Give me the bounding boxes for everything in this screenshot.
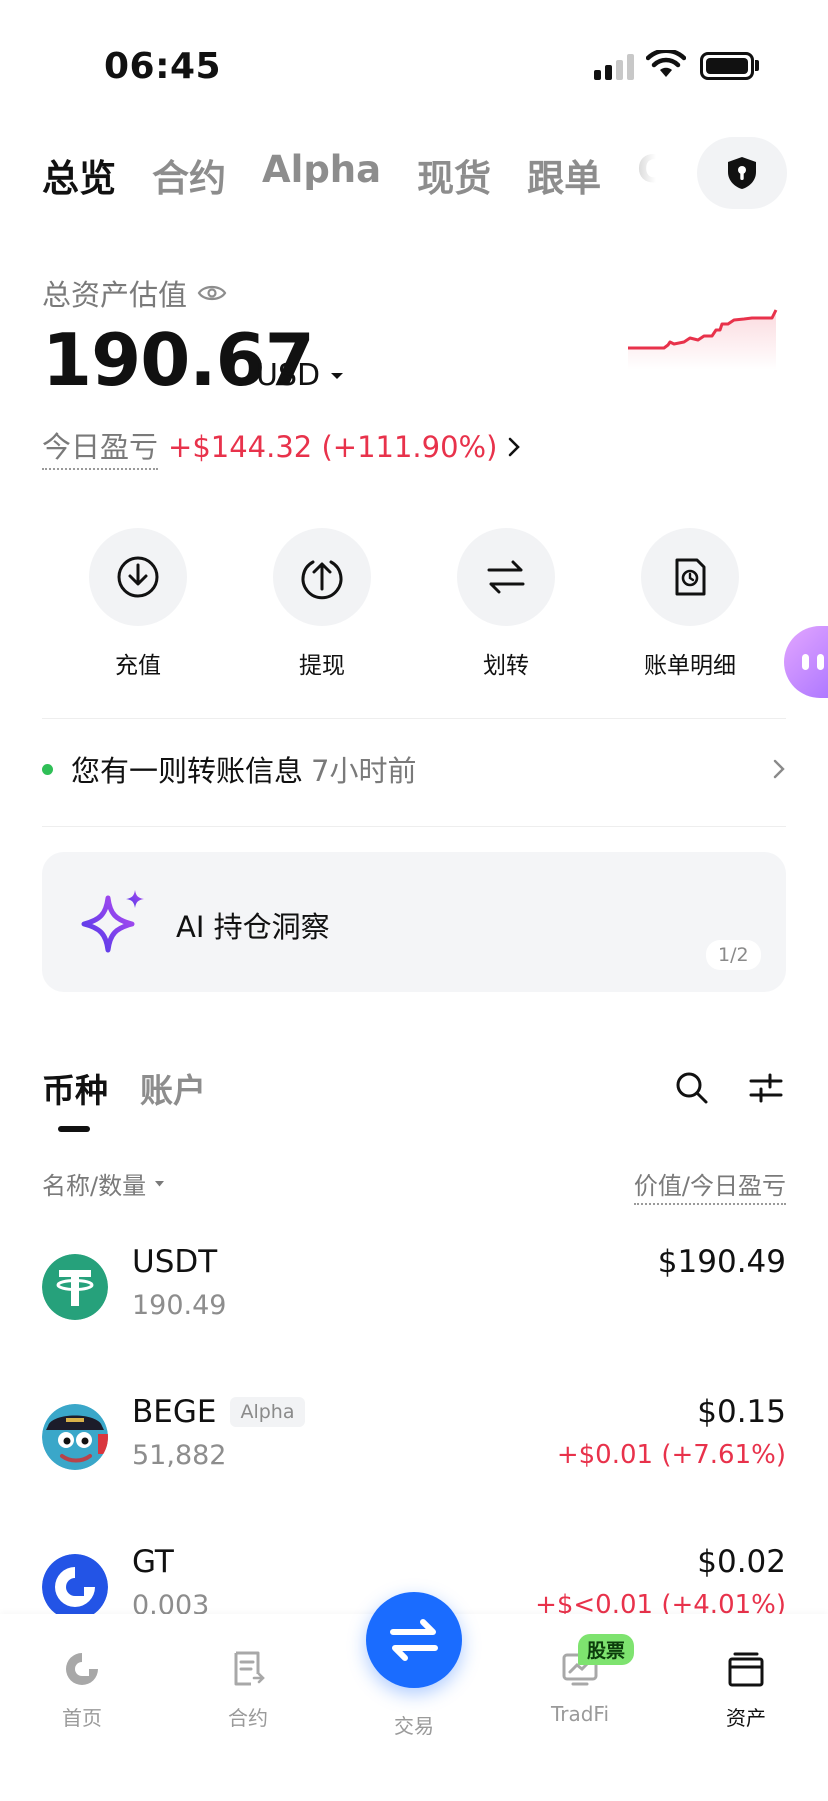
tab-futures[interactable]: 合约 <box>152 148 226 202</box>
eye-icon[interactable] <box>197 283 227 303</box>
deposit-button[interactable]: 充值 <box>58 528 218 680</box>
battery-icon <box>700 52 754 80</box>
nav-futures[interactable]: 合约 <box>188 1650 308 1731</box>
status-dot <box>42 763 53 775</box>
coin-value: $190.49 <box>657 1244 786 1280</box>
currency-selector[interactable]: USD <box>256 358 344 393</box>
deposit-icon <box>117 556 159 598</box>
bill-label: 账单明细 <box>644 653 736 679</box>
transfer-button[interactable]: 划转 <box>426 528 586 680</box>
floating-assistant-button[interactable] <box>784 626 828 698</box>
withdraw-icon <box>301 560 343 600</box>
usdt-logo <box>42 1254 108 1320</box>
nav-home[interactable]: 首页 <box>22 1650 142 1731</box>
security-button[interactable] <box>697 137 787 209</box>
tab-indicator <box>58 1126 90 1132</box>
top-tabs: 总览 合约 Alpha 现货 跟单 CF <box>42 148 662 202</box>
coin-amount: 190.49 <box>132 1290 227 1321</box>
chevron-right-icon <box>509 437 521 457</box>
tab-coins[interactable]: 币种 <box>42 1064 108 1112</box>
battery-tip <box>755 60 759 71</box>
transfer-label: 划转 <box>483 653 529 679</box>
tab-overview[interactable]: 总览 <box>42 148 116 202</box>
coin-amount: 51,882 <box>132 1440 227 1471</box>
list-item[interactable]: USDT 190.49 $190.49 <box>42 1244 786 1354</box>
bill-button[interactable]: 账单明细 <box>610 528 770 680</box>
sort-by-name[interactable]: 名称/数量 <box>42 1166 165 1201</box>
bege-logo <box>42 1404 108 1470</box>
tab-spot[interactable]: 现货 <box>417 148 491 202</box>
assets-icon <box>728 1652 764 1687</box>
alpha-tag: Alpha <box>230 1397 305 1427</box>
withdraw-label: 提现 <box>299 653 345 679</box>
search-icon[interactable] <box>674 1070 710 1106</box>
trade-icon <box>390 1619 438 1661</box>
ai-insight-card[interactable]: AI 持仓洞察 1/2 <box>42 852 786 992</box>
coin-symbol: GT <box>132 1544 174 1580</box>
futures-icon <box>234 1651 265 1686</box>
nav-trade-label: 交易 <box>394 1714 434 1738</box>
signal-icon <box>594 54 634 80</box>
notice-time: 7小时前 <box>311 754 417 788</box>
divider <box>42 718 786 719</box>
nav-trade-button[interactable] <box>366 1592 462 1688</box>
ai-card-pager: 1/2 <box>706 940 761 970</box>
tab-accounts[interactable]: 账户 <box>140 1064 206 1112</box>
pnl-value: +$144.32 (+111.90%) <box>168 430 498 464</box>
asset-sparkline[interactable] <box>624 300 784 370</box>
coin-value: $0.02 <box>697 1544 786 1580</box>
coin-pnl: +$0.01 (+7.61%) <box>556 1440 786 1470</box>
shield-icon <box>728 157 756 189</box>
coin-symbol: USDT <box>132 1244 218 1280</box>
caret-down-icon <box>155 1180 165 1186</box>
divider <box>42 826 786 827</box>
transfer-notice[interactable]: 您有一则转账信息 7小时前 <box>42 748 786 790</box>
tabs-fade <box>600 140 680 204</box>
daily-pnl-row[interactable]: 今日盈亏 +$144.32 (+111.90%) <box>42 424 521 470</box>
tab-alpha[interactable]: Alpha <box>262 148 381 202</box>
status-time: 06:45 <box>104 46 222 87</box>
filter-icon[interactable] <box>748 1070 784 1106</box>
col-left-label: 名称/数量 <box>42 1172 147 1200</box>
stock-badge: 股票 <box>578 1634 635 1665</box>
wifi-icon <box>646 50 686 77</box>
nav-home-label: 首页 <box>62 1706 102 1730</box>
list-item[interactable]: BEGE Alpha 51,882 $0.15 +$0.01 (+7.61%) <box>42 1394 786 1504</box>
caret-down-icon <box>331 372 344 379</box>
coin-symbol: BEGE Alpha <box>132 1394 305 1430</box>
bill-icon <box>675 558 706 596</box>
asset-label: 总资产估值 <box>42 272 227 314</box>
pnl-label: 今日盈亏 <box>42 424 159 470</box>
transfer-icon <box>487 560 525 594</box>
sparkle-icon <box>81 890 144 953</box>
gt-logo <box>42 1554 108 1620</box>
nav-assets-label: 资产 <box>726 1706 766 1730</box>
tab-copy-trading[interactable]: 跟单 <box>527 148 601 202</box>
currency-unit: USD <box>256 358 321 393</box>
withdraw-button[interactable]: 提现 <box>242 528 402 680</box>
col-right-label[interactable]: 价值/今日盈亏 <box>633 1166 786 1205</box>
deposit-label: 充值 <box>115 653 161 679</box>
nav-assets[interactable]: 资产 <box>686 1650 806 1731</box>
asset-label-text: 总资产估值 <box>42 278 188 312</box>
nav-futures-label: 合约 <box>228 1706 268 1730</box>
nav-tradfi-label: TradFi <box>550 1702 610 1726</box>
chevron-right-icon <box>773 759 785 779</box>
ai-card-title: AI 持仓洞察 <box>176 910 330 944</box>
notice-text: 您有一则转账信息 <box>71 754 304 788</box>
coin-value: $0.15 <box>697 1394 786 1430</box>
home-icon <box>66 1653 98 1685</box>
bottom-nav: 首页 合约 交易 TradFi 股票 资产 <box>0 1592 828 1801</box>
